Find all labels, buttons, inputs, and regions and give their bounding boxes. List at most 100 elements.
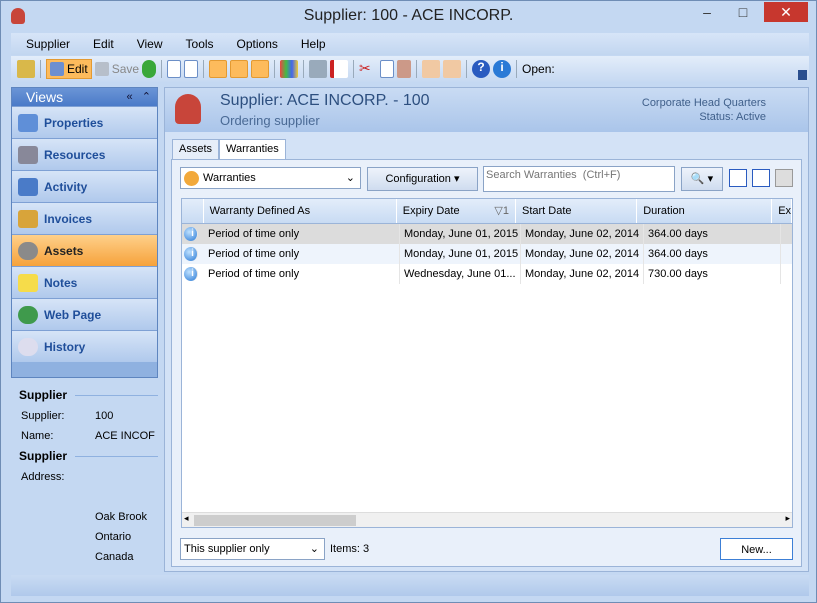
nav-label: Resources bbox=[44, 147, 106, 162]
bookmark-icon[interactable] bbox=[330, 60, 349, 78]
table-row[interactable]: i Period of time only Monday, June 01, 201… bbox=[182, 244, 792, 264]
expiry-label: Expiry Date bbox=[402, 205, 460, 217]
tab-assets[interactable]: Assets bbox=[172, 139, 220, 159]
properties-icon bbox=[18, 113, 38, 132]
table-row[interactable]: i Period of time only Monday, June 01, 201… bbox=[182, 224, 792, 244]
col-duration[interactable]: Duration bbox=[637, 199, 773, 223]
maximize-button[interactable]: □ bbox=[730, 2, 756, 22]
cell: Monday, June 02, 2014 bbox=[521, 224, 644, 244]
thumbs-down-icon[interactable] bbox=[443, 60, 462, 78]
nav-label: Invoices bbox=[44, 211, 93, 226]
paste-icon[interactable] bbox=[397, 60, 412, 78]
horizontal-scrollbar[interactable]: ◂ ▸ bbox=[182, 512, 792, 527]
cell: Wednesday, June 01... bbox=[400, 264, 521, 284]
main-panel: Supplier: ACE INCORP. - 100 Ordering sup… bbox=[164, 87, 809, 572]
nav-web-page[interactable]: Web Page bbox=[12, 298, 157, 330]
tag-icon[interactable] bbox=[309, 60, 328, 78]
info-icon[interactable]: i bbox=[493, 60, 512, 78]
menu-edit[interactable]: Edit bbox=[85, 33, 122, 55]
up-button[interactable]: ⌃ bbox=[142, 91, 151, 103]
detail-view-icon[interactable] bbox=[752, 169, 770, 187]
collapse-button[interactable]: « bbox=[126, 91, 132, 103]
assets-gear-icon bbox=[18, 241, 38, 260]
globe-icon bbox=[18, 305, 38, 324]
notes-icon bbox=[18, 273, 38, 292]
menu-view[interactable]: View bbox=[129, 33, 171, 55]
scope-dropdown[interactable]: This supplier only ⌄ bbox=[180, 538, 325, 560]
nav-resources[interactable]: Resources bbox=[12, 138, 157, 170]
menu-options[interactable]: Options bbox=[229, 33, 286, 55]
scroll-left-icon[interactable]: ◂ bbox=[184, 513, 189, 524]
section-supplier: Supplier bbox=[19, 388, 158, 402]
help-icon[interactable]: ? bbox=[472, 60, 491, 78]
thumbs-up-icon[interactable] bbox=[422, 60, 441, 78]
name-label: Name: bbox=[21, 430, 54, 442]
status-text: Status: Active bbox=[699, 111, 766, 123]
nav-history[interactable]: History bbox=[12, 330, 157, 362]
refresh-icon[interactable] bbox=[142, 60, 157, 78]
grid-header: Warranty Defined As Expiry Date ▽1 Start … bbox=[182, 199, 792, 224]
views-controls[interactable]: « ⌃ bbox=[126, 88, 151, 106]
record-header: Supplier: ACE INCORP. - 100 Ordering sup… bbox=[165, 88, 808, 132]
tab-strip: Assets Warranties bbox=[172, 139, 286, 160]
nav-assets[interactable]: Assets bbox=[12, 234, 157, 266]
copy-document-icon[interactable] bbox=[184, 60, 199, 78]
app-icon bbox=[11, 8, 25, 24]
edit-button[interactable]: Edit bbox=[46, 59, 92, 79]
location-text: Corporate Head Quarters bbox=[641, 97, 766, 109]
configuration-button[interactable]: Configuration ▾ bbox=[367, 167, 478, 191]
nav-label: Notes bbox=[44, 275, 78, 290]
supplier-value: 100 bbox=[95, 410, 114, 422]
windows-icon[interactable] bbox=[280, 60, 299, 78]
col-expiry-date[interactable]: Expiry Date ▽1 bbox=[397, 199, 516, 223]
info-icon: i bbox=[184, 267, 198, 281]
history-icon bbox=[18, 337, 38, 356]
address-city: Oak Brook bbox=[95, 511, 147, 523]
nav-notes[interactable]: Notes bbox=[12, 266, 157, 298]
cell: Monday, June 01, 2015 bbox=[400, 244, 521, 264]
table-row[interactable]: i Period of time only Wednesday, June 01..… bbox=[182, 264, 792, 284]
search-icon[interactable] bbox=[251, 60, 270, 78]
supplier-label: Supplier: bbox=[21, 410, 65, 422]
cell: 730.00 days bbox=[644, 264, 781, 284]
up-folder-icon[interactable] bbox=[17, 60, 35, 78]
layout-columns-icon[interactable] bbox=[209, 60, 228, 78]
menu-tools[interactable]: Tools bbox=[178, 33, 222, 55]
copy-icon[interactable] bbox=[380, 60, 395, 78]
supplier-avatar-icon bbox=[175, 94, 201, 124]
new-button[interactable]: New... bbox=[720, 538, 793, 560]
toolbar-overflow-button[interactable] bbox=[798, 70, 807, 80]
nav-label: Web Page bbox=[44, 307, 102, 322]
nav-properties[interactable]: Properties bbox=[12, 106, 157, 138]
view-dropdown-value: Warranties bbox=[203, 172, 256, 184]
col-warranty-defined-as[interactable]: Warranty Defined As bbox=[204, 199, 397, 223]
open-label: Open: bbox=[522, 62, 555, 76]
card-view-icon[interactable] bbox=[775, 169, 793, 187]
col-extra[interactable]: Ex bbox=[772, 199, 792, 223]
views-header: Views « ⌃ bbox=[12, 88, 157, 106]
scroll-right-icon[interactable]: ▸ bbox=[785, 513, 790, 524]
edit-icon bbox=[50, 62, 64, 76]
nav-activity[interactable]: Activity bbox=[12, 170, 157, 202]
menu-supplier[interactable]: Supplier bbox=[18, 33, 78, 55]
view-dropdown[interactable]: Warranties ⌄ bbox=[180, 167, 361, 189]
save-button[interactable]: Save bbox=[112, 62, 139, 76]
list-view-icon[interactable] bbox=[729, 169, 747, 187]
menu-help[interactable]: Help bbox=[293, 33, 334, 55]
scroll-thumb[interactable] bbox=[194, 515, 356, 526]
new-document-icon[interactable] bbox=[167, 60, 182, 78]
cell: 364.00 days bbox=[644, 244, 781, 264]
minimize-button[interactable]: – bbox=[694, 2, 720, 22]
cell: 364.00 days bbox=[644, 224, 781, 244]
close-button[interactable]: ✕ bbox=[764, 2, 808, 22]
nav-invoices[interactable]: Invoices bbox=[12, 202, 157, 234]
search-icon: 🔍 bbox=[690, 173, 705, 185]
resources-icon bbox=[18, 145, 38, 164]
cell: Monday, June 01, 2015 bbox=[400, 224, 521, 244]
search-input[interactable] bbox=[483, 166, 675, 192]
tab-warranties[interactable]: Warranties bbox=[219, 139, 286, 160]
col-start-date[interactable]: Start Date bbox=[516, 199, 638, 223]
layout-rows-icon[interactable] bbox=[230, 60, 249, 78]
search-button[interactable]: 🔍 ▾ bbox=[681, 167, 723, 191]
cut-icon[interactable]: ✂ bbox=[359, 60, 377, 78]
